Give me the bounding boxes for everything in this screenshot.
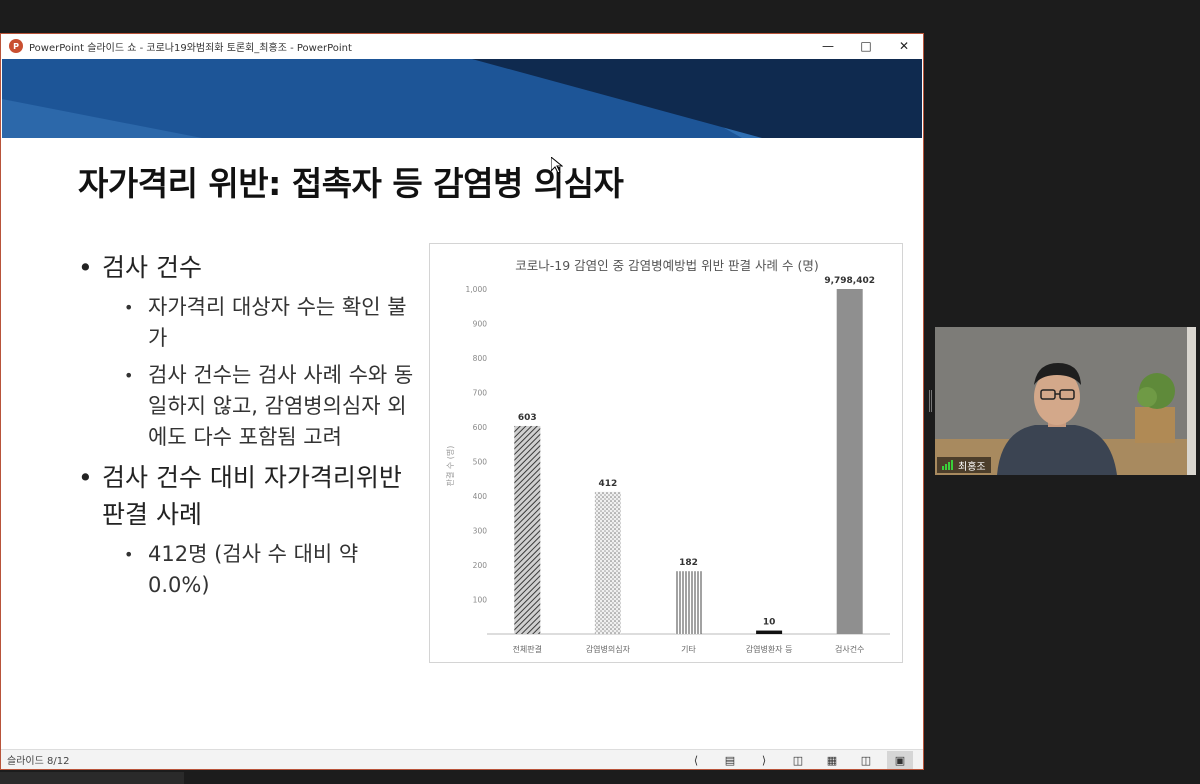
bullet-level2: 자가격리 대상자 수는 확인 불가: [78, 292, 418, 354]
x-tick-label: 감염병환자 등: [746, 644, 793, 654]
y-tick-label: 1,000: [466, 285, 488, 294]
y-tick-label: 300: [473, 527, 488, 536]
window-titlebar: P PowerPoint 슬라이드 쇼 - 코로나19와범죄화 토론회_최홍조 …: [1, 34, 923, 58]
chart-ylabel: 판결 수 (명): [445, 446, 455, 487]
bullet-list: 검사 건수 자가격리 대상자 수는 확인 불가 검사 건수는 검사 사례 수와 …: [78, 249, 418, 607]
normal-view-icon[interactable]: ◫: [785, 751, 811, 769]
bullet-level1: 검사 건수: [78, 249, 418, 286]
bar-data-label: 603: [518, 413, 537, 423]
slideshow-view-icon[interactable]: ▣: [887, 751, 913, 769]
slide-indicator: 슬라이드 8/12: [7, 756, 70, 767]
bar: [836, 289, 863, 634]
x-tick-label: 검사건수: [835, 644, 864, 654]
x-tick-label: 감염병의심자: [586, 644, 631, 654]
bar-data-label: 182: [679, 558, 698, 568]
bar: [756, 630, 783, 634]
y-tick-label: 100: [473, 596, 488, 605]
bar-data-label: 10: [763, 618, 776, 628]
slide-banner: [2, 59, 922, 138]
y-tick-label: 200: [473, 561, 488, 570]
bar: [675, 571, 702, 634]
panel-resize-handle[interactable]: [929, 390, 932, 412]
y-tick-label: 500: [473, 458, 488, 467]
minimize-icon[interactable]: —: [809, 34, 847, 58]
y-tick-label: 700: [473, 389, 488, 398]
participant-video-feed: [935, 327, 1196, 475]
slide-sorter-icon[interactable]: ▦: [819, 751, 845, 769]
bar-data-label: 412: [599, 479, 618, 489]
chart-title: 코로나-19 감염인 중 감염병예방법 위반 판결 사례 수 (명): [515, 258, 818, 273]
reading-view-icon[interactable]: ◫: [853, 751, 879, 769]
bar: [594, 491, 621, 634]
close-icon[interactable]: ✕: [885, 34, 923, 58]
maximize-icon[interactable]: □: [847, 34, 885, 58]
bullet-level1: 검사 건수 대비 자가격리위반 판결 사례: [78, 459, 418, 533]
signal-strength-icon: [942, 460, 954, 470]
participant-video-tile[interactable]: 최홍조: [935, 327, 1196, 475]
previous-slide-icon[interactable]: ⟨: [683, 751, 709, 769]
x-tick-label: 전체판결: [513, 644, 542, 654]
notes-icon[interactable]: ▤: [717, 751, 743, 769]
bullet-level2: 412명 (검사 수 대비 약 0.0%): [78, 539, 418, 601]
y-tick-label: 400: [473, 492, 488, 501]
bar-data-label: 9,798,402: [824, 276, 875, 286]
participant-name-tag: 최홍조: [937, 457, 991, 473]
y-tick-label: 900: [473, 320, 488, 329]
bar-chart: 코로나-19 감염인 중 감염병예방법 위반 판결 사례 수 (명) 판결 수 …: [429, 243, 903, 663]
x-tick-label: 기타: [681, 645, 696, 654]
window-title: PowerPoint 슬라이드 쇼 - 코로나19와범죄화 토론회_최홍조 - …: [29, 42, 352, 54]
y-tick-label: 800: [473, 354, 488, 363]
y-tick-label: 600: [473, 423, 488, 432]
participant-name: 최홍조: [958, 461, 986, 473]
next-slide-icon[interactable]: ⟩: [751, 751, 777, 769]
slide-canvas[interactable]: 자가격리 위반: 접촉자 등 감염병 의심자 검사 건수 자가격리 대상자 수는…: [2, 59, 922, 749]
powerpoint-app-icon: P: [9, 39, 23, 53]
bullet-level2: 검사 건수는 검사 사례 수와 동일하지 않고, 감염병의심자 외에도 다수 포…: [78, 360, 418, 453]
mouse-cursor-icon: [551, 157, 563, 174]
bottom-strip: [0, 772, 184, 784]
slide-title: 자가격리 위반: 접촉자 등 감염병 의심자: [78, 164, 624, 203]
slideshow-statusbar: 슬라이드 8/12 ⟨ ▤ ⟩ ◫ ▦ ◫ ▣: [1, 749, 923, 769]
bar: [514, 425, 541, 634]
powerpoint-window: P PowerPoint 슬라이드 쇼 - 코로나19와범죄화 토론회_최홍조 …: [0, 33, 924, 770]
